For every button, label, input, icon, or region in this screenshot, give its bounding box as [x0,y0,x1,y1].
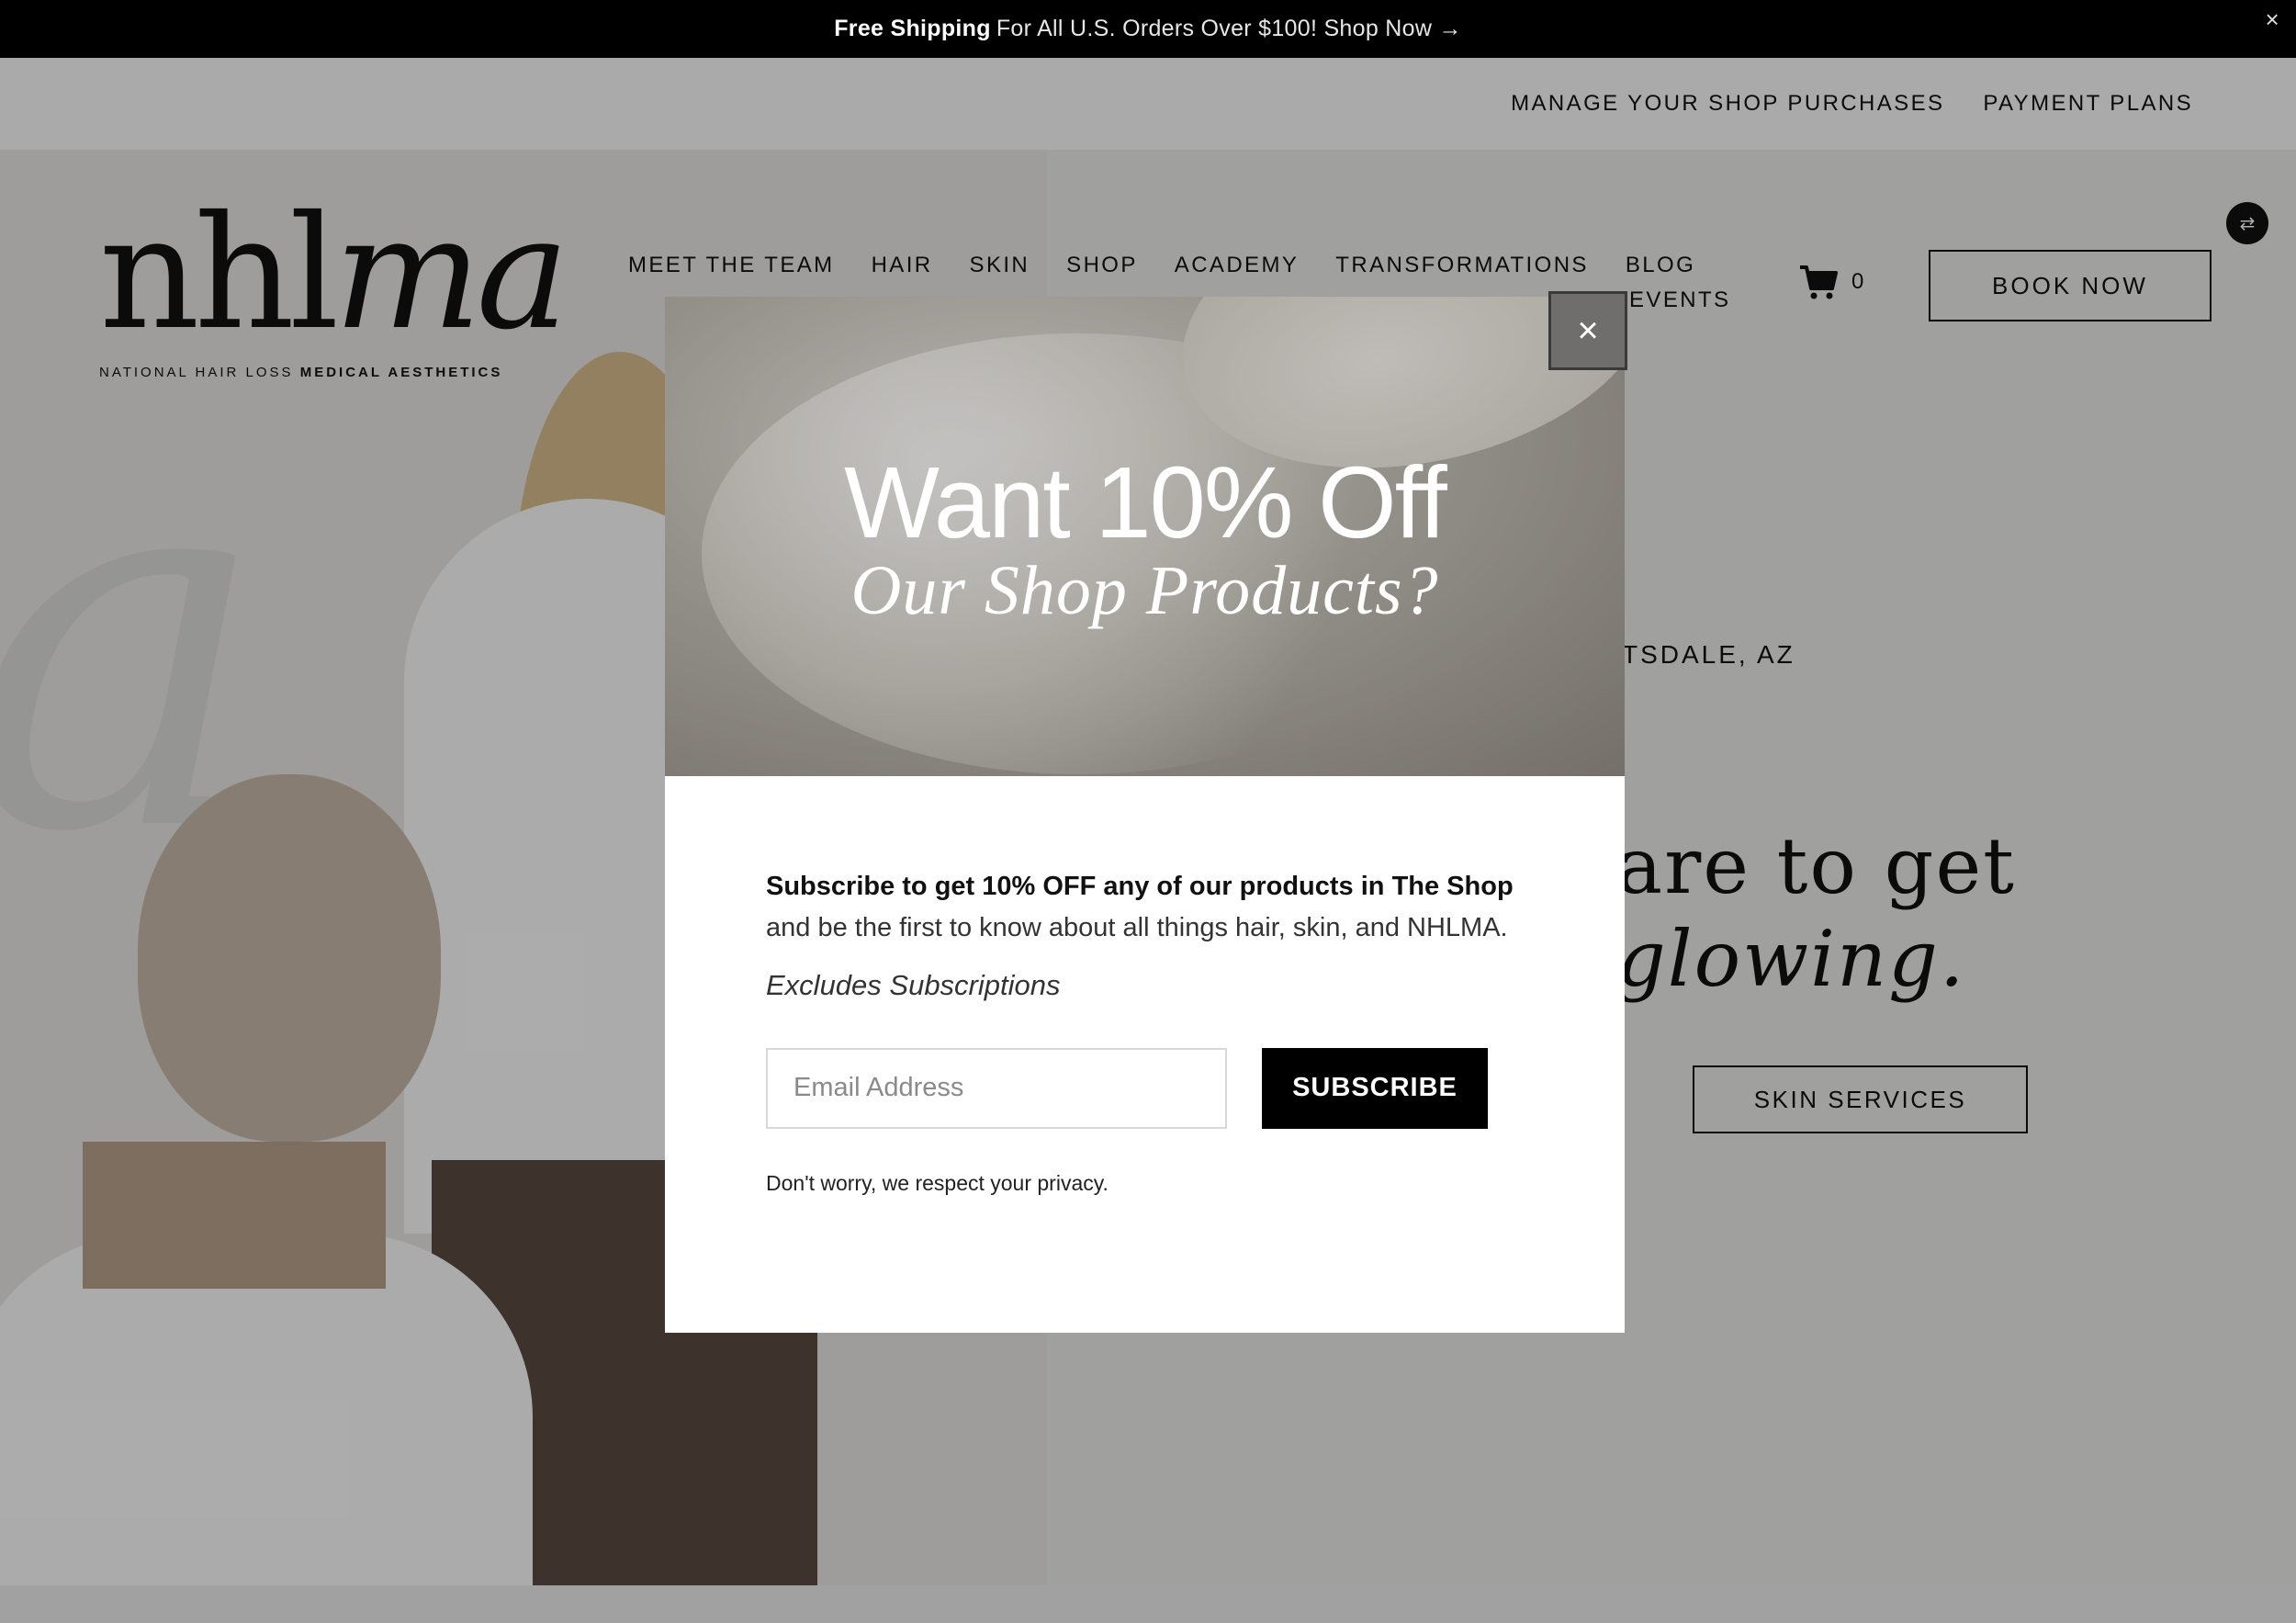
email-field[interactable] [766,1047,1227,1129]
subscribe-form: SUBSCRIBE [766,1047,1528,1129]
modal-note: Excludes Subscriptions [766,968,1061,1001]
announcement-close-icon[interactable]: × [2266,6,2279,34]
modal-title: Want 10% Off [844,446,1447,559]
subscribe-button[interactable]: SUBSCRIBE [1262,1047,1488,1129]
announcement-bold: Free Shipping [834,16,991,41]
modal-body: Subscribe to get 10% OFF any of our prod… [766,866,1528,1196]
modal-subtitle: Our Shop Products? [850,552,1439,629]
privacy-note: Don't worry, we respect your privacy. [766,1170,1109,1195]
announcement-text[interactable]: For All U.S. Orders Over $100! Shop Now … [996,16,1462,42]
discount-modal: Want 10% Off Our Shop Products? × Subscr… [665,291,1627,1333]
announcement-bar[interactable]: Free Shipping For All U.S. Orders Over $… [0,0,2296,58]
modal-description: Subscribe to get 10% OFF any of our prod… [766,872,1514,942]
modal-hero-image: Want 10% Off Our Shop Products? [665,297,1625,776]
modal-close-icon[interactable]: × [1548,291,1627,370]
